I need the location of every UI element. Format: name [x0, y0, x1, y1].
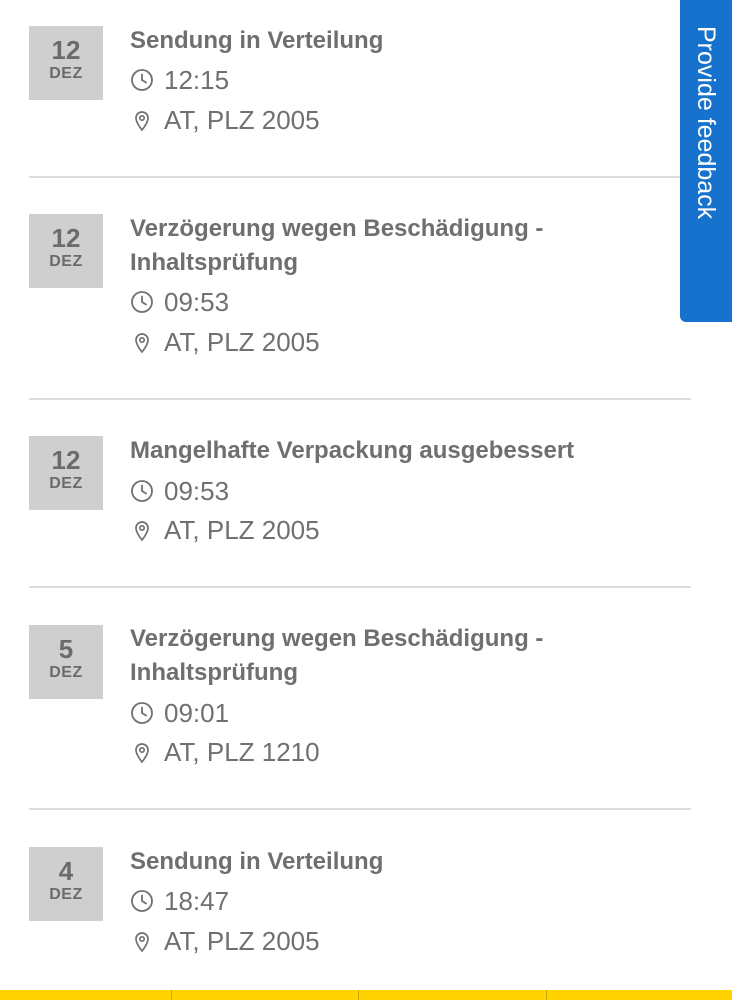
- bottom-navigation-bar[interactable]: [0, 990, 732, 1000]
- date-month: DEZ: [49, 253, 83, 270]
- event-title: Sendung in Verteilung: [130, 27, 384, 54]
- event-location: AT, PLZ 2005: [130, 515, 320, 545]
- event-time-value: 09:53: [164, 286, 230, 317]
- map-pin-icon: [135, 521, 149, 542]
- clock-icon: [131, 69, 153, 91]
- event-location-value: AT, PLZ 2005: [164, 326, 320, 357]
- event-location: AT, PLZ 1210: [130, 737, 320, 767]
- event-title: Verzögerung wegen Beschädigung - Inhalts…: [130, 215, 544, 276]
- date-badge: 12 DEZ: [29, 26, 103, 100]
- clock-icon: [131, 890, 153, 912]
- map-pin-icon: [135, 932, 149, 953]
- date-month: DEZ: [49, 664, 83, 681]
- date-month: DEZ: [49, 65, 83, 82]
- event-location-value: AT, PLZ 2005: [164, 514, 320, 545]
- date-day: 12: [51, 223, 81, 253]
- event-time: 12:15: [130, 65, 229, 95]
- feedback-tab-button[interactable]: Provide feedback: [680, 0, 732, 322]
- date-day: 12: [51, 445, 81, 475]
- event-title: Sendung in Verteilung: [130, 848, 384, 875]
- event-location: AT, PLZ 2005: [130, 327, 320, 357]
- event-location: AT, PLZ 2005: [130, 926, 320, 956]
- map-pin-icon: [135, 111, 149, 132]
- bottom-bar-separator: [358, 990, 359, 1000]
- bottom-bar-separator: [171, 990, 172, 1000]
- date-day: 12: [51, 35, 81, 65]
- divider: [29, 808, 691, 810]
- event-time: 09:01: [130, 698, 229, 728]
- clock-icon: [131, 702, 153, 724]
- event-location: AT, PLZ 2005: [130, 105, 320, 135]
- date-month: DEZ: [49, 886, 83, 903]
- divider: [29, 586, 691, 588]
- date-badge: 12 DEZ: [29, 214, 103, 288]
- date-badge: 12 DEZ: [29, 436, 103, 510]
- date-badge: 4 DEZ: [29, 847, 103, 921]
- map-pin-icon: [135, 743, 149, 764]
- clock-icon: [131, 291, 153, 313]
- event-time: 09:53: [130, 287, 229, 317]
- event-title: Verzögerung wegen Beschädigung - Inhalts…: [130, 625, 544, 686]
- date-month: DEZ: [49, 475, 83, 492]
- event-time-value: 18:47: [164, 885, 230, 916]
- event-title: Mangelhafte Verpackung ausgebessert: [130, 437, 575, 464]
- date-badge: 5 DEZ: [29, 625, 103, 699]
- event-time-value: 09:53: [164, 475, 230, 506]
- bottom-bar-separator: [546, 990, 547, 1000]
- clock-icon: [131, 480, 153, 502]
- event-time: 18:47: [130, 886, 229, 916]
- date-day: 5: [58, 634, 74, 664]
- date-day: 4: [58, 856, 74, 886]
- event-location-value: AT, PLZ 2005: [164, 925, 320, 956]
- event-time-value: 12:15: [164, 64, 230, 95]
- event-location-value: AT, PLZ 2005: [164, 104, 320, 135]
- event-time: 09:53: [130, 476, 229, 506]
- event-time-value: 09:01: [164, 697, 230, 728]
- divider: [29, 398, 691, 400]
- event-location-value: AT, PLZ 1210: [164, 736, 320, 767]
- feedback-label: Provide feedback: [692, 26, 720, 220]
- map-pin-icon: [135, 333, 149, 354]
- divider: [29, 176, 691, 178]
